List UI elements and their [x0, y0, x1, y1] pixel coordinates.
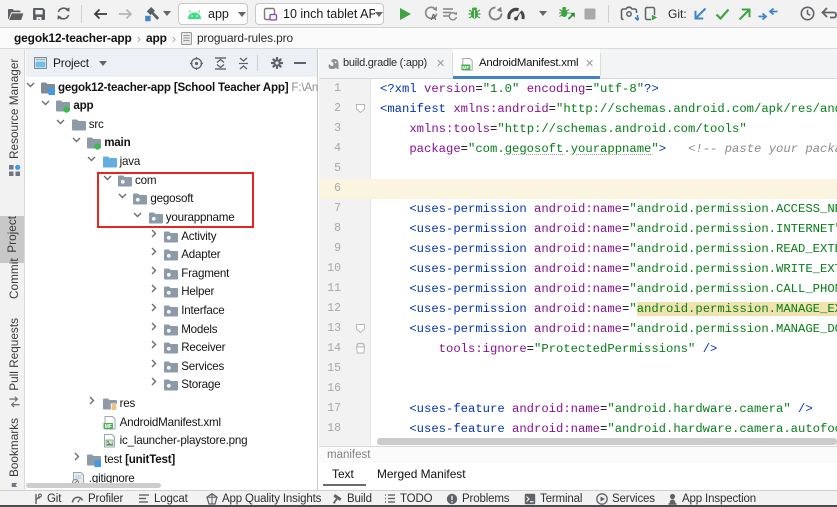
svg-text:A: A	[431, 13, 437, 21]
